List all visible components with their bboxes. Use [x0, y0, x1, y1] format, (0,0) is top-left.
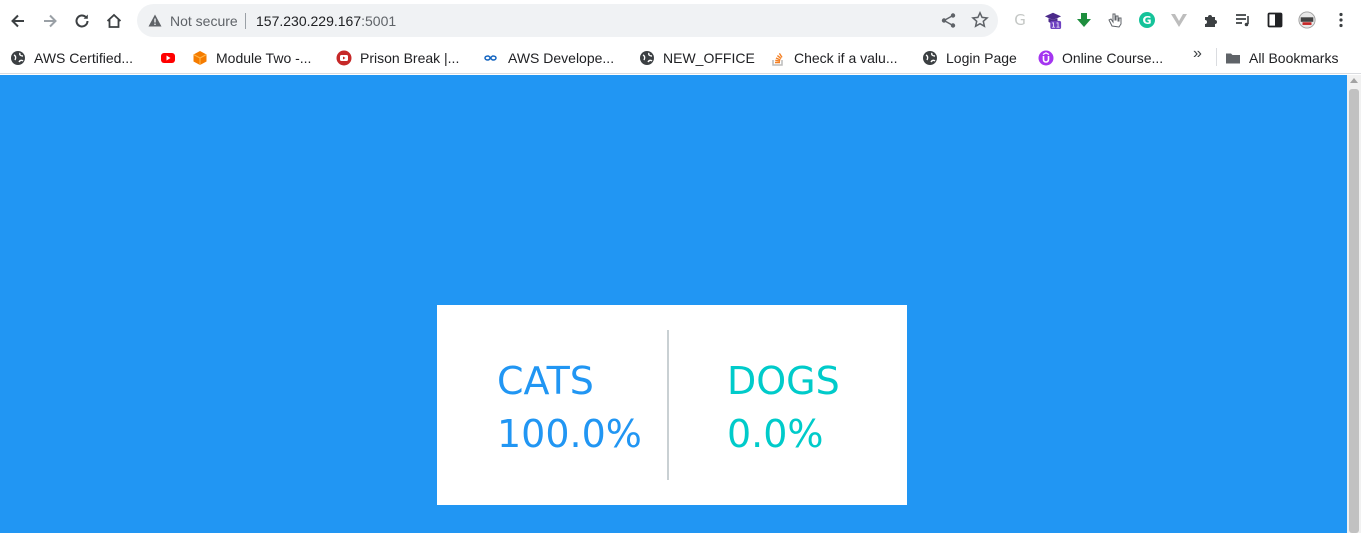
- back-button[interactable]: [5, 8, 31, 34]
- share-icon[interactable]: [940, 12, 957, 29]
- reload-button[interactable]: [69, 8, 95, 34]
- bookmark-label: Prison Break |...: [360, 50, 460, 66]
- arrow-left-icon: [11, 14, 24, 28]
- option-a-result: CATS 100.0%: [497, 355, 642, 461]
- scroll-up-arrow-icon[interactable]: [1350, 78, 1358, 83]
- bookmarks-overflow-button[interactable]: »: [1193, 45, 1202, 63]
- globe-icon: [10, 50, 26, 66]
- warning-icon[interactable]: [148, 14, 162, 27]
- folder-icon: [1225, 50, 1241, 66]
- bookmark-label: Check if a valu...: [794, 50, 898, 66]
- side-panel-icon: [1267, 12, 1283, 28]
- graduation-cap-icon: 11: [1044, 12, 1062, 29]
- bookmark-label: AWS Certified...: [34, 50, 134, 66]
- bookmark-youtube[interactable]: [160, 47, 184, 69]
- download-extension[interactable]: [1074, 10, 1094, 30]
- bookmark-label: NEW_OFFICE: [663, 50, 755, 66]
- home-icon: [106, 13, 122, 28]
- svg-text:G: G: [1014, 11, 1026, 29]
- side-panel-button[interactable]: [1265, 10, 1285, 30]
- reading-list-button[interactable]: [1233, 10, 1253, 30]
- bookmark-login-page[interactable]: Login Page: [922, 47, 1017, 69]
- puzzle-icon: [1205, 15, 1217, 27]
- url-text[interactable]: 157.230.229.167:5001: [256, 13, 396, 29]
- vertical-scrollbar[interactable]: [1347, 75, 1361, 533]
- bookmark-module-two[interactable]: Module Two -...: [192, 47, 311, 69]
- extension-badge: 11: [1051, 21, 1060, 29]
- extensions-button[interactable]: [1201, 10, 1221, 30]
- scrollbar-thumb[interactable]: [1349, 89, 1359, 533]
- download-arrow-icon: [1077, 13, 1091, 27]
- stackoverflow-icon: [770, 50, 786, 66]
- bookmarks-divider: [1216, 48, 1217, 66]
- bookmarks-bar: AWS Certified... Module Two -... Prison …: [0, 41, 1361, 74]
- reload-icon: [75, 14, 89, 28]
- results-card: CATS 100.0% DOGS 0.0%: [437, 305, 907, 505]
- option-b-label: DOGS: [727, 359, 840, 403]
- hand-cursor-icon: [1108, 13, 1122, 28]
- cube-icon: [192, 50, 208, 66]
- address-divider: [245, 13, 246, 29]
- forward-button[interactable]: [37, 8, 63, 34]
- option-b-percent: 0.0%: [727, 412, 824, 456]
- vue-extension[interactable]: [1169, 10, 1189, 30]
- infinity-icon: [484, 50, 500, 66]
- all-bookmarks-label: All Bookmarks: [1249, 50, 1339, 66]
- graduation-extension[interactable]: 11: [1043, 10, 1063, 30]
- google-icon: G: [1014, 11, 1026, 29]
- bookmark-prison-break[interactable]: Prison Break |...: [336, 47, 459, 69]
- youtube-icon: [160, 50, 176, 66]
- globe-icon: [922, 50, 938, 66]
- svg-text:G: G: [1142, 14, 1151, 27]
- page-background: CATS 100.0% DOGS 0.0%: [0, 75, 1347, 533]
- bookmark-label: AWS Develope...: [508, 50, 615, 66]
- option-b-result: DOGS 0.0%: [727, 355, 840, 461]
- option-a-percent: 100.0%: [497, 412, 642, 456]
- cursor-extension[interactable]: [1105, 10, 1125, 30]
- results-divider: [667, 330, 669, 480]
- bookmark-check-value[interactable]: Check if a valu...: [770, 47, 898, 69]
- bookmark-label: Online Course...: [1062, 50, 1164, 66]
- profile-avatar[interactable]: [1297, 10, 1317, 30]
- option-a-label: CATS: [497, 359, 594, 403]
- browser-toolbar: Not secure 157.230.229.167:5001 G 11 G: [0, 0, 1361, 41]
- bookmark-label: Module Two -...: [216, 50, 312, 66]
- all-bookmarks-folder[interactable]: All Bookmarks: [1225, 47, 1338, 69]
- address-bar[interactable]: Not secure 157.230.229.167:5001: [137, 4, 998, 37]
- video-icon: [336, 50, 352, 66]
- google-extension[interactable]: G: [1010, 10, 1030, 30]
- arrow-right-icon: [44, 14, 57, 28]
- url-port: :5001: [361, 13, 397, 29]
- grammarly-extension[interactable]: G: [1137, 10, 1157, 30]
- grammarly-icon: G: [1139, 12, 1155, 28]
- home-button[interactable]: [101, 8, 127, 34]
- security-label[interactable]: Not secure: [170, 13, 238, 29]
- vue-icon: [1171, 14, 1187, 27]
- bookmark-new-office[interactable]: NEW_OFFICE: [639, 47, 755, 69]
- bookmark-star-icon[interactable]: [971, 11, 989, 29]
- bookmark-aws-developer[interactable]: AWS Develope...: [484, 47, 614, 69]
- bookmark-label: Login Page: [946, 50, 1017, 66]
- url-host: 157.230.229.167: [256, 13, 362, 29]
- world-logo-icon: [1298, 11, 1316, 29]
- globe-icon: [639, 50, 655, 66]
- udemy-icon: [1038, 50, 1054, 66]
- bookmark-online-course[interactable]: Online Course...: [1038, 47, 1163, 69]
- bookmark-aws-certified[interactable]: AWS Certified...: [10, 47, 133, 69]
- more-vert-icon: [1339, 12, 1343, 28]
- playlist-icon: [1236, 14, 1249, 27]
- browser-menu-button[interactable]: [1331, 10, 1351, 30]
